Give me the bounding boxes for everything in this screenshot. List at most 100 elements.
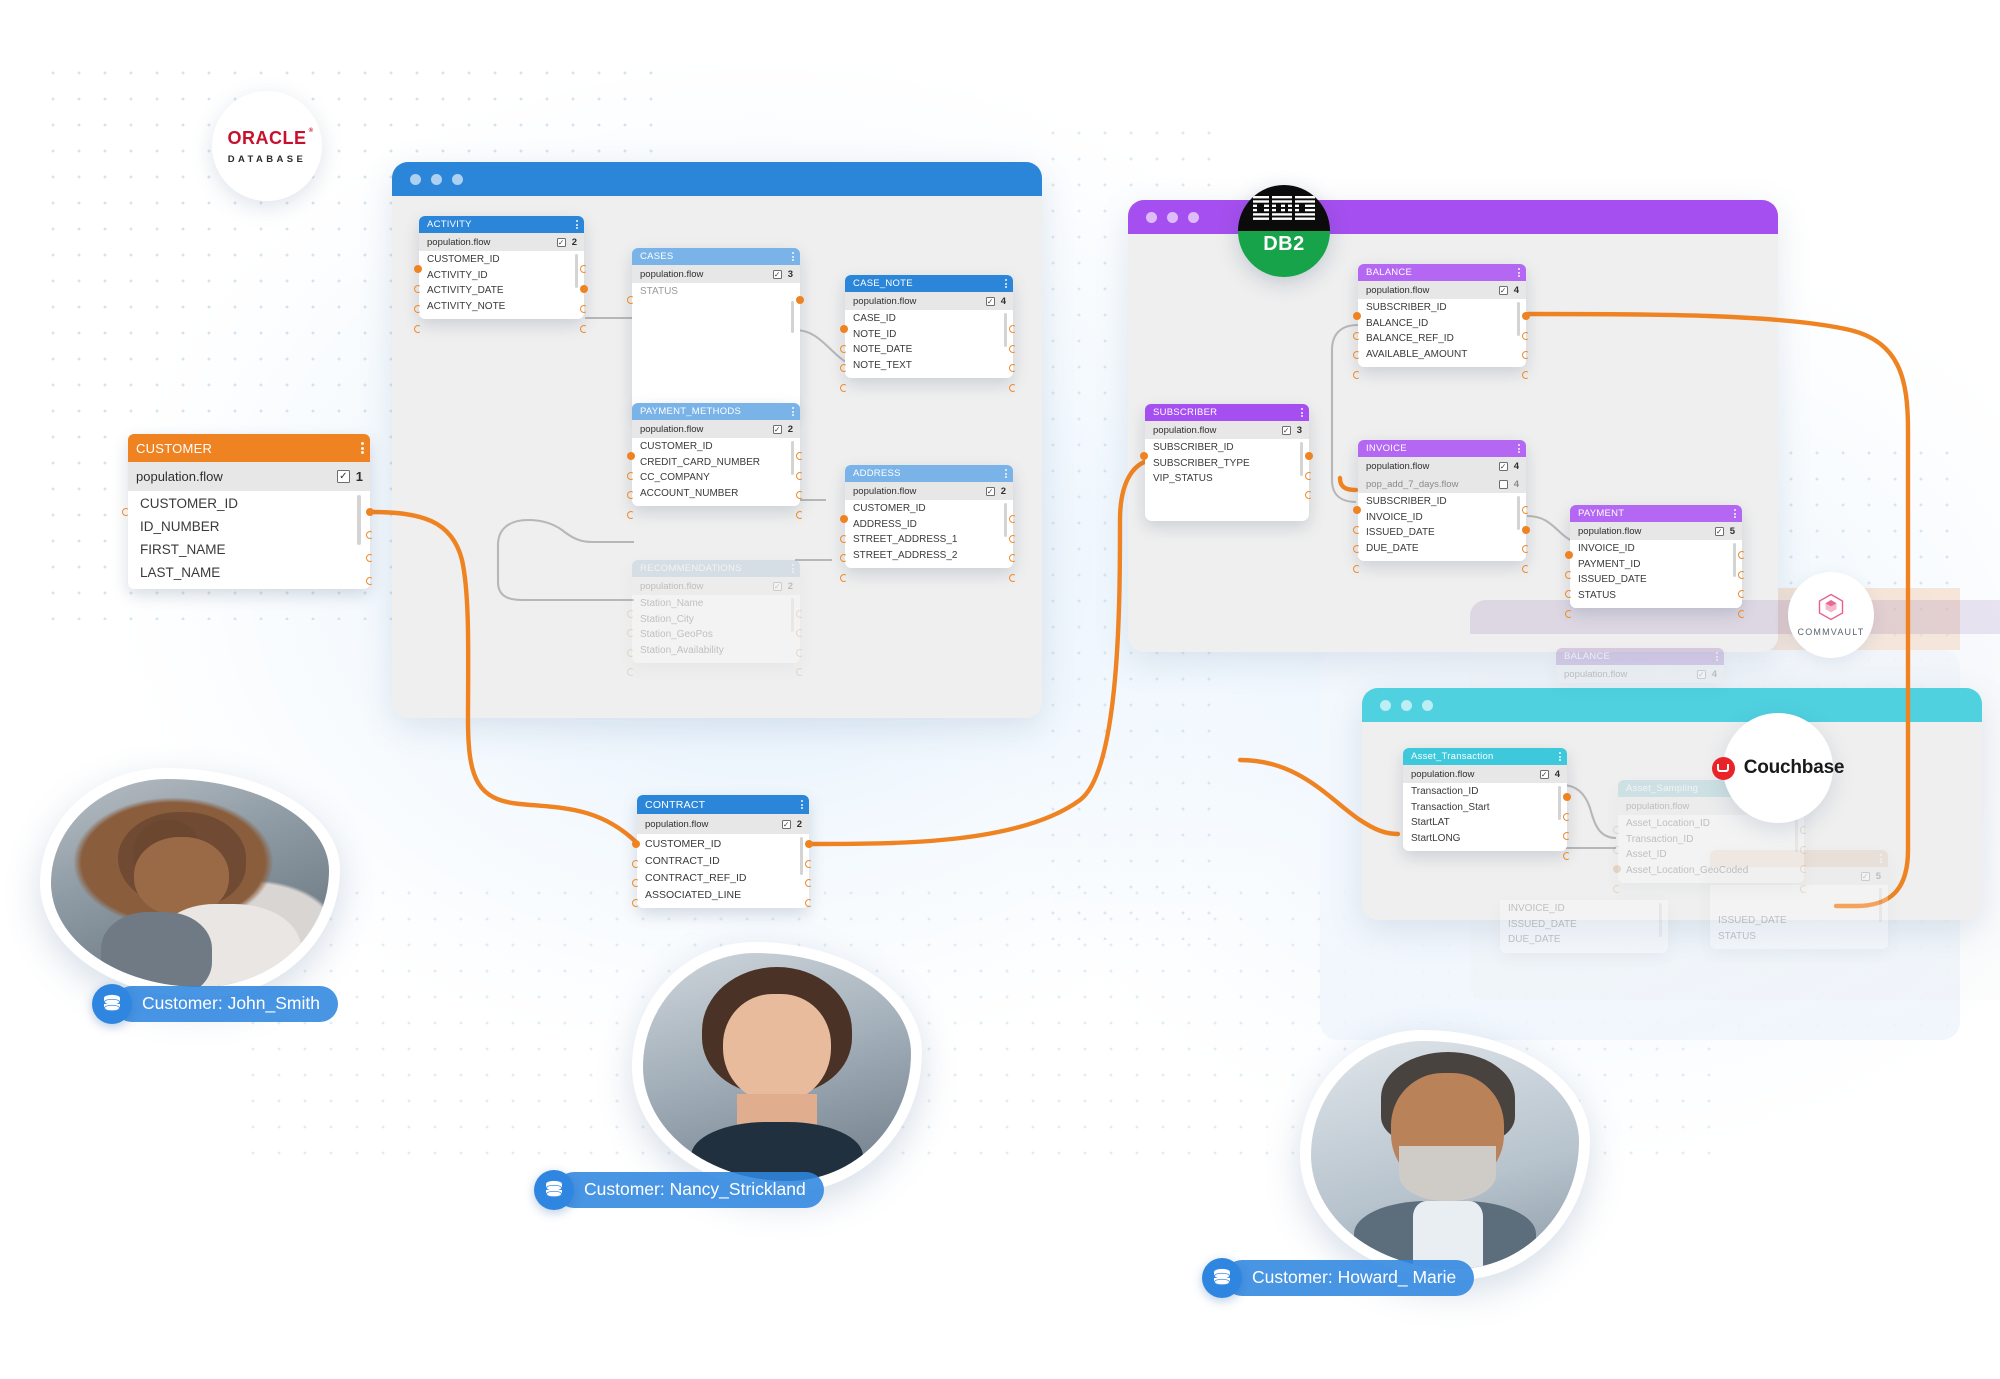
field-row[interactable]: NOTE_ID	[845, 327, 1013, 343]
port-left[interactable]	[840, 515, 848, 523]
field-row[interactable]: STREET_ADDRESS_1	[845, 532, 1013, 548]
table-payment-methods[interactable]: PAYMENT_METHODS population.flow ✓ 2 CUST…	[632, 403, 800, 506]
flow-checkbox[interactable]: ✓	[1498, 285, 1508, 295]
field-row[interactable]: CREDIT_CARD_NUMBER	[632, 455, 800, 471]
field-row[interactable]: Transaction_Start	[1403, 800, 1567, 816]
kebab-icon[interactable]	[792, 252, 794, 261]
field-row[interactable]: StartLONG	[1403, 831, 1567, 847]
field-row[interactable]: CONTRACT_REF_ID	[637, 869, 809, 886]
field-row[interactable]: PAYMENT_ID	[1570, 557, 1742, 573]
flow-row[interactable]: population.flow ✓ 4	[1358, 457, 1526, 475]
table-scrollbar[interactable]	[575, 254, 578, 288]
field-row[interactable]: CUSTOMER_ID	[632, 439, 800, 455]
field-row[interactable]: SUBSCRIBER_TYPE	[1145, 456, 1309, 472]
field-row[interactable]: ACTIVITY_NOTE	[419, 299, 584, 315]
table-payment[interactable]: PAYMENT population.flow ✓ 5 INVOICE_ID P…	[1570, 505, 1742, 608]
port-right[interactable]	[580, 285, 588, 293]
table-case-note[interactable]: CASE_NOTE population.flow ✓ 4 CASE_ID NO…	[845, 275, 1013, 378]
flow-row[interactable]: population.flow ✓ 2	[632, 420, 800, 438]
table-scrollbar[interactable]	[791, 598, 794, 632]
field-row[interactable]: ACCOUNT_NUMBER	[632, 486, 800, 502]
flow-row[interactable]: population.flow ✓ 4	[1358, 281, 1526, 299]
field-row[interactable]: ASSOCIATED_LINE	[637, 886, 809, 903]
field-row[interactable]: VIP_STATUS	[1145, 471, 1309, 487]
field-row[interactable]: CUSTOMER_ID	[128, 492, 370, 515]
field-row[interactable]: ISSUED_DATE	[1358, 525, 1526, 541]
table-recommendations[interactable]: RECOMMENDATIONS population.flow ✓ 2 Stat…	[632, 560, 800, 663]
field-row[interactable]: Station_Name	[632, 596, 800, 612]
port-right[interactable]	[796, 296, 804, 304]
flow-checkbox[interactable]: ✓	[336, 470, 350, 483]
table-subscriber[interactable]: SUBSCRIBER population.flow ✓ 3 SUBSCRIBE…	[1145, 404, 1309, 521]
table-scrollbar[interactable]	[1300, 442, 1303, 476]
field-row[interactable]: Asset_ID	[1618, 847, 1804, 863]
kebab-icon[interactable]	[1005, 469, 1007, 478]
flow-checkbox[interactable]: ✓	[772, 269, 782, 279]
table-scrollbar[interactable]	[1004, 313, 1007, 347]
kebab-icon[interactable]	[576, 220, 578, 229]
kebab-icon[interactable]	[792, 564, 794, 573]
table-cases[interactable]: CASES population.flow ✓ 3 STATUS	[632, 248, 800, 411]
kebab-icon[interactable]	[361, 442, 364, 454]
table-customer[interactable]: CUSTOMER population.flow ✓ 1 CUSTOMER_ID…	[128, 434, 370, 589]
flow-row[interactable]: population.flow ✓ 5	[1570, 522, 1742, 540]
field-row[interactable]: STATUS	[1570, 588, 1742, 604]
kebab-icon[interactable]	[1559, 752, 1561, 761]
flow-checkbox[interactable]: ✓	[781, 819, 791, 829]
table-scrollbar[interactable]	[357, 495, 361, 545]
field-row[interactable]: STREET_ADDRESS_2	[845, 548, 1013, 564]
table-address[interactable]: ADDRESS population.flow ✓ 2 CUSTOMER_ID …	[845, 465, 1013, 568]
table-scrollbar[interactable]	[1879, 888, 1882, 922]
kebab-icon[interactable]	[1301, 408, 1303, 417]
table-contract[interactable]: CONTRACT population.flow ✓ 2 CUSTOMER_ID…	[637, 795, 809, 908]
window-titlebar[interactable]	[1128, 200, 1778, 234]
flow-checkbox[interactable]: ✓	[1714, 526, 1724, 536]
field-row[interactable]: ADDRESS_ID	[845, 517, 1013, 533]
window-titlebar[interactable]	[1362, 688, 1982, 722]
field-row[interactable]: StartLAT	[1403, 815, 1567, 831]
field-row[interactable]: ISSUED_DATE	[1570, 572, 1742, 588]
flow-row[interactable]: population.flow ✓ 4	[845, 292, 1013, 310]
port-left[interactable]	[1140, 452, 1148, 460]
port-right[interactable]	[805, 879, 811, 887]
flow-checkbox[interactable]: ✓	[1539, 769, 1549, 779]
field-row[interactable]: CASE_ID	[845, 311, 1013, 327]
flow-row[interactable]: population.flow ✓ 2	[637, 814, 809, 834]
field-row[interactable]: INVOICE_ID	[1358, 510, 1526, 526]
field-row[interactable]: CUSTOMER_ID	[419, 252, 584, 268]
port-left[interactable]	[627, 452, 635, 460]
table-invoice[interactable]: INVOICE population.flow ✓ 4 pop_add_7_da…	[1358, 440, 1526, 561]
field-row[interactable]: ID_NUMBER	[128, 515, 370, 538]
port-right[interactable]	[1563, 793, 1571, 801]
flow-checkbox[interactable]: ✓	[1498, 461, 1508, 471]
port-left[interactable]	[840, 325, 848, 333]
kebab-icon[interactable]	[1518, 268, 1520, 277]
kebab-icon[interactable]	[1734, 509, 1736, 518]
port-left[interactable]	[1353, 506, 1361, 514]
flow-row[interactable]: population.flow ✓ 3	[1145, 421, 1309, 439]
flow-row[interactable]: population.flow ✓ 4	[1403, 765, 1567, 783]
field-row[interactable]: Station_Availability	[632, 643, 800, 659]
flow-checkbox[interactable]: ✓	[985, 486, 995, 496]
table-scrollbar[interactable]	[1795, 818, 1798, 852]
field-row[interactable]: NOTE_TEXT	[845, 358, 1013, 374]
port-right[interactable]	[1522, 312, 1530, 320]
flow-checkbox[interactable]: ✓	[772, 424, 782, 434]
table-scrollbar[interactable]	[791, 441, 794, 475]
table-scrollbar[interactable]	[800, 837, 803, 875]
field-row[interactable]: Station_GeoPos	[632, 627, 800, 643]
flow-row[interactable]: population.flow ✓ 1	[128, 462, 370, 491]
field-row[interactable]: AVAILABLE_AMOUNT	[1358, 347, 1526, 363]
flow-row[interactable]: population.flow ✓ 3	[632, 265, 800, 283]
field-row[interactable]: Station_City	[632, 612, 800, 628]
port-right[interactable]	[1522, 526, 1530, 534]
field-row[interactable]: CUSTOMER_ID	[637, 835, 809, 852]
field-row[interactable]: BALANCE_REF_ID	[1358, 331, 1526, 347]
field-row[interactable]: ACTIVITY_ID	[419, 268, 584, 284]
field-row[interactable]: Transaction_ID	[1403, 784, 1567, 800]
field-row[interactable]: ACTIVITY_DATE	[419, 283, 584, 299]
field-row[interactable]: Transaction_ID	[1618, 832, 1804, 848]
port-left[interactable]	[414, 265, 422, 273]
field-row[interactable]: SUBSCRIBER_ID	[1358, 300, 1526, 316]
field-row[interactable]: NOTE_DATE	[845, 342, 1013, 358]
